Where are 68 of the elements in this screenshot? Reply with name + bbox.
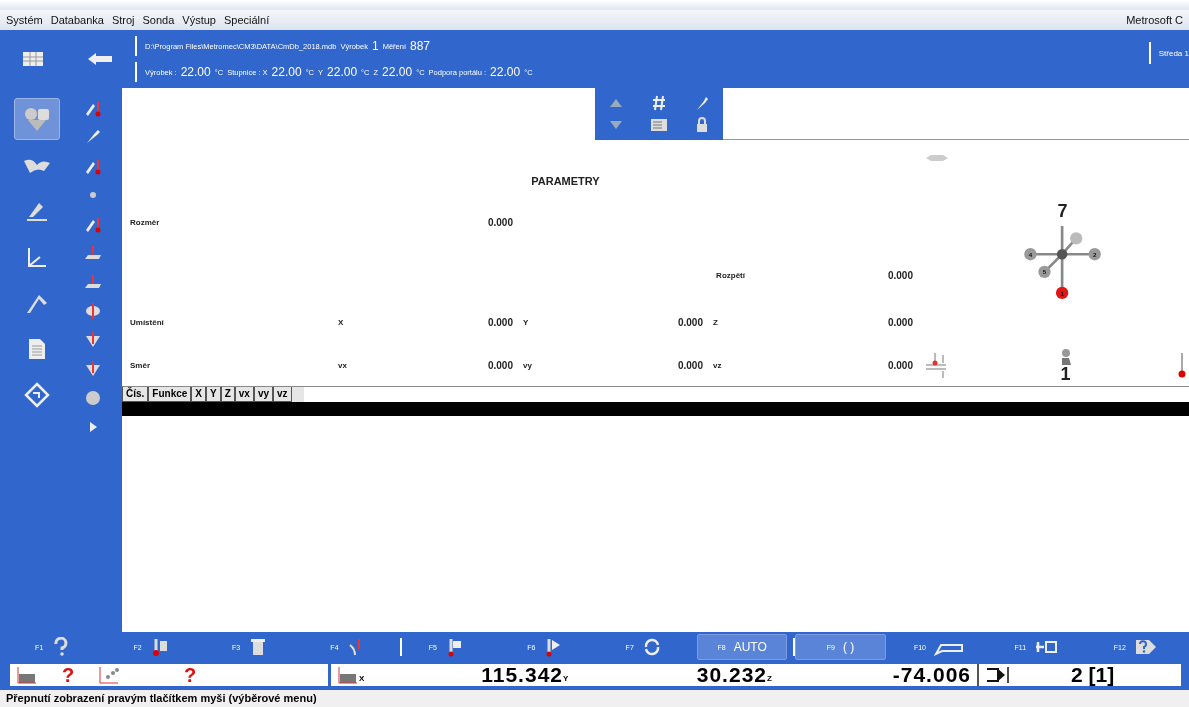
table-icon: [21, 51, 44, 67]
section-title: PARAMETRY: [531, 175, 600, 187]
axis-value: 115.342: [480, 663, 563, 687]
parameter-value: 0.000: [487, 317, 513, 328]
shapes-icon: [22, 106, 52, 132]
up-icon: [609, 98, 624, 108]
cylinder-icon: [83, 301, 103, 321]
axis-label: Y: [563, 674, 570, 685]
parameter-label: Umístění: [130, 318, 164, 327]
temperature-value: 22.00: [382, 65, 413, 79]
sphere-icon: [83, 388, 103, 408]
hash-icon: [652, 95, 666, 111]
app-title: Metrosoft C: [1126, 14, 1183, 26]
parameter-label: Směr: [130, 360, 150, 370]
axis-label: Z: [713, 318, 718, 327]
machine-icon: [337, 665, 359, 685]
machine-icon: [16, 665, 38, 685]
menu-item[interactable]: Výstup: [182, 14, 216, 26]
axes-icon: [26, 246, 48, 268]
diamond-icon: [24, 382, 50, 408]
connector-icon: [925, 152, 949, 164]
menu-item[interactable]: Speciální: [224, 14, 270, 26]
gap-gauge-icon: [923, 351, 949, 379]
tool-button[interactable]: [14, 98, 60, 140]
menu-item[interactable]: Databanka: [50, 14, 104, 26]
day-label: Středa 1: [1148, 42, 1189, 64]
parameter-value: 0.000: [487, 217, 513, 228]
parameter-label: Rozměr: [130, 218, 160, 227]
axis-label: vx: [338, 360, 347, 370]
unknown-mark: ?: [182, 663, 198, 687]
document-icon: [28, 338, 46, 360]
list-icon: [650, 118, 668, 132]
parameter-label: Rozpětí: [716, 270, 745, 280]
axis-label: vz: [713, 360, 722, 370]
points-icon: [98, 665, 120, 685]
menu-item[interactable]: Systém: [6, 14, 43, 26]
axis-label: X: [359, 674, 366, 685]
axis-value: 30.232: [695, 663, 767, 687]
menu-item[interactable]: Sonda: [142, 14, 175, 26]
point-count: 2 [1]: [1071, 663, 1115, 687]
parameter-value: 0.000: [887, 317, 913, 328]
parameter-value: 0.000: [677, 317, 703, 328]
field-value: 1: [371, 39, 379, 53]
axis-label: Y: [523, 318, 529, 327]
thermometer-icon: [1177, 351, 1187, 379]
parameter-value: 0.000: [887, 359, 913, 371]
status-bar: Přepnutí zobrazení pravým tlačítkem myši (výběrové menu): [0, 690, 1189, 707]
parameter-value: 0.000: [887, 269, 913, 281]
axis-value: -74.006: [891, 663, 971, 687]
temperature-value: 22.00: [271, 65, 302, 79]
axis-label: Z: [767, 674, 773, 685]
parameter-value: 0.000: [677, 359, 703, 371]
bracket-arrow-icon: [985, 665, 1011, 685]
unknown-mark: ?: [60, 663, 76, 687]
axis-label: X: [338, 318, 344, 327]
temperature-value: 22.00: [490, 65, 521, 79]
field-value: 887: [410, 39, 431, 53]
probe-count: 7: [1057, 203, 1068, 219]
down-icon: [609, 120, 624, 130]
parameter-value: 0.000: [487, 359, 513, 371]
temperature-value: 22.00: [180, 65, 211, 79]
axis-label: vy: [523, 360, 532, 370]
menu-item[interactable]: Stroj: [111, 14, 135, 26]
lock-icon: [695, 117, 708, 133]
help-arrow-icon: [1133, 637, 1158, 657]
back-arrow-icon: [87, 52, 114, 66]
temperature-value: 22.00: [327, 65, 358, 79]
probe-number: 1: [1060, 366, 1071, 382]
